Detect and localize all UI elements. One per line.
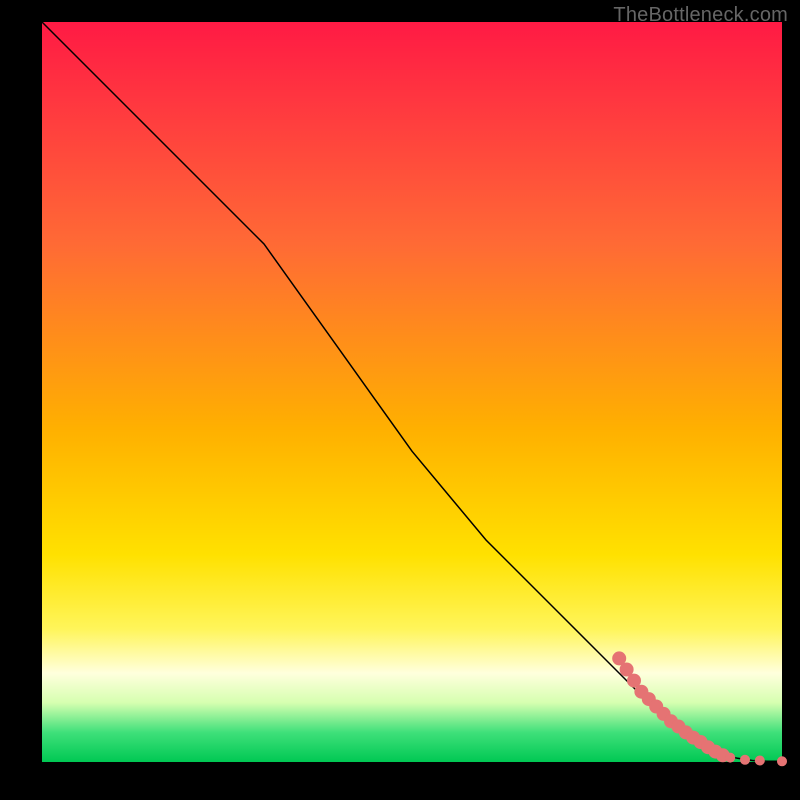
watermark-text: TheBottleneck.com	[613, 4, 788, 27]
chart-scatter-points	[612, 651, 787, 766]
scatter-point	[777, 756, 787, 766]
chart-line	[42, 22, 782, 761]
chart-frame: TheBottleneck.com	[0, 0, 800, 800]
scatter-point	[740, 755, 750, 765]
chart-overlay	[42, 22, 782, 762]
scatter-point	[725, 753, 735, 763]
scatter-point	[755, 756, 765, 766]
chart-plot-area	[42, 22, 782, 762]
